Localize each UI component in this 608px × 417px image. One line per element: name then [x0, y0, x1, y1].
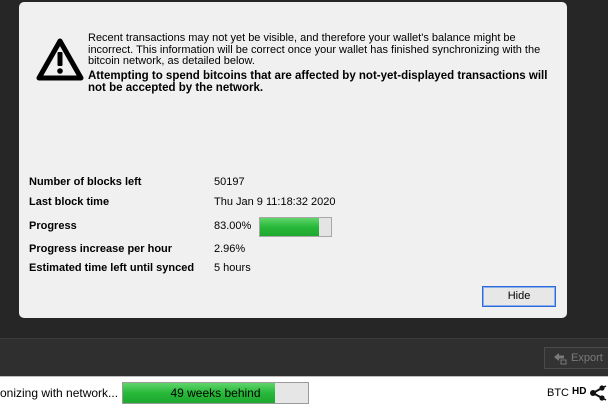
hide-button[interactable]: Hide	[482, 286, 556, 307]
sync-modal-overlay: Recent transactions may not yet be visib…	[19, 2, 567, 318]
warning-bold-text: Attempting to spend bitcoins that are af…	[88, 69, 548, 95]
unit-label[interactable]: BTC	[547, 387, 569, 399]
sync-progress-label: 49 weeks behind	[170, 386, 261, 400]
status-bar: onizing with network... 49 weeks behind …	[0, 376, 608, 417]
warning-message: Recent transactions may not yet be visib…	[88, 32, 558, 95]
sync-progress-bar: 49 weeks behind	[122, 382, 309, 404]
blocks-left-value: 50197	[214, 176, 245, 188]
blocks-left-label: Number of blocks left	[29, 176, 142, 188]
progress-bar	[259, 217, 332, 237]
export-icon	[554, 353, 567, 365]
progress-value: 83.00%	[214, 220, 252, 232]
network-icon[interactable]	[589, 385, 607, 401]
export-button[interactable]: Export	[544, 347, 608, 369]
sync-status-text: onizing with network...	[0, 386, 119, 400]
time-left-label: Estimated time left until synced	[29, 262, 195, 274]
hd-wallet-icon: HD	[572, 386, 587, 397]
export-label: Export	[571, 352, 603, 364]
time-left-value: 5 hours	[214, 262, 251, 274]
warning-text: Recent transactions may not yet be visib…	[88, 32, 541, 67]
progress-fill	[260, 218, 319, 236]
progress-rate-value: 2.96%	[214, 243, 246, 255]
progress-rate-label: Progress increase per hour	[29, 243, 173, 255]
bottom-toolbar	[0, 338, 608, 377]
progress-label: Progress	[29, 220, 77, 232]
last-block-time-value: Thu Jan 9 11:18:32 2020	[214, 196, 336, 208]
last-block-time-label: Last block time	[29, 196, 110, 208]
warning-icon	[36, 38, 84, 81]
